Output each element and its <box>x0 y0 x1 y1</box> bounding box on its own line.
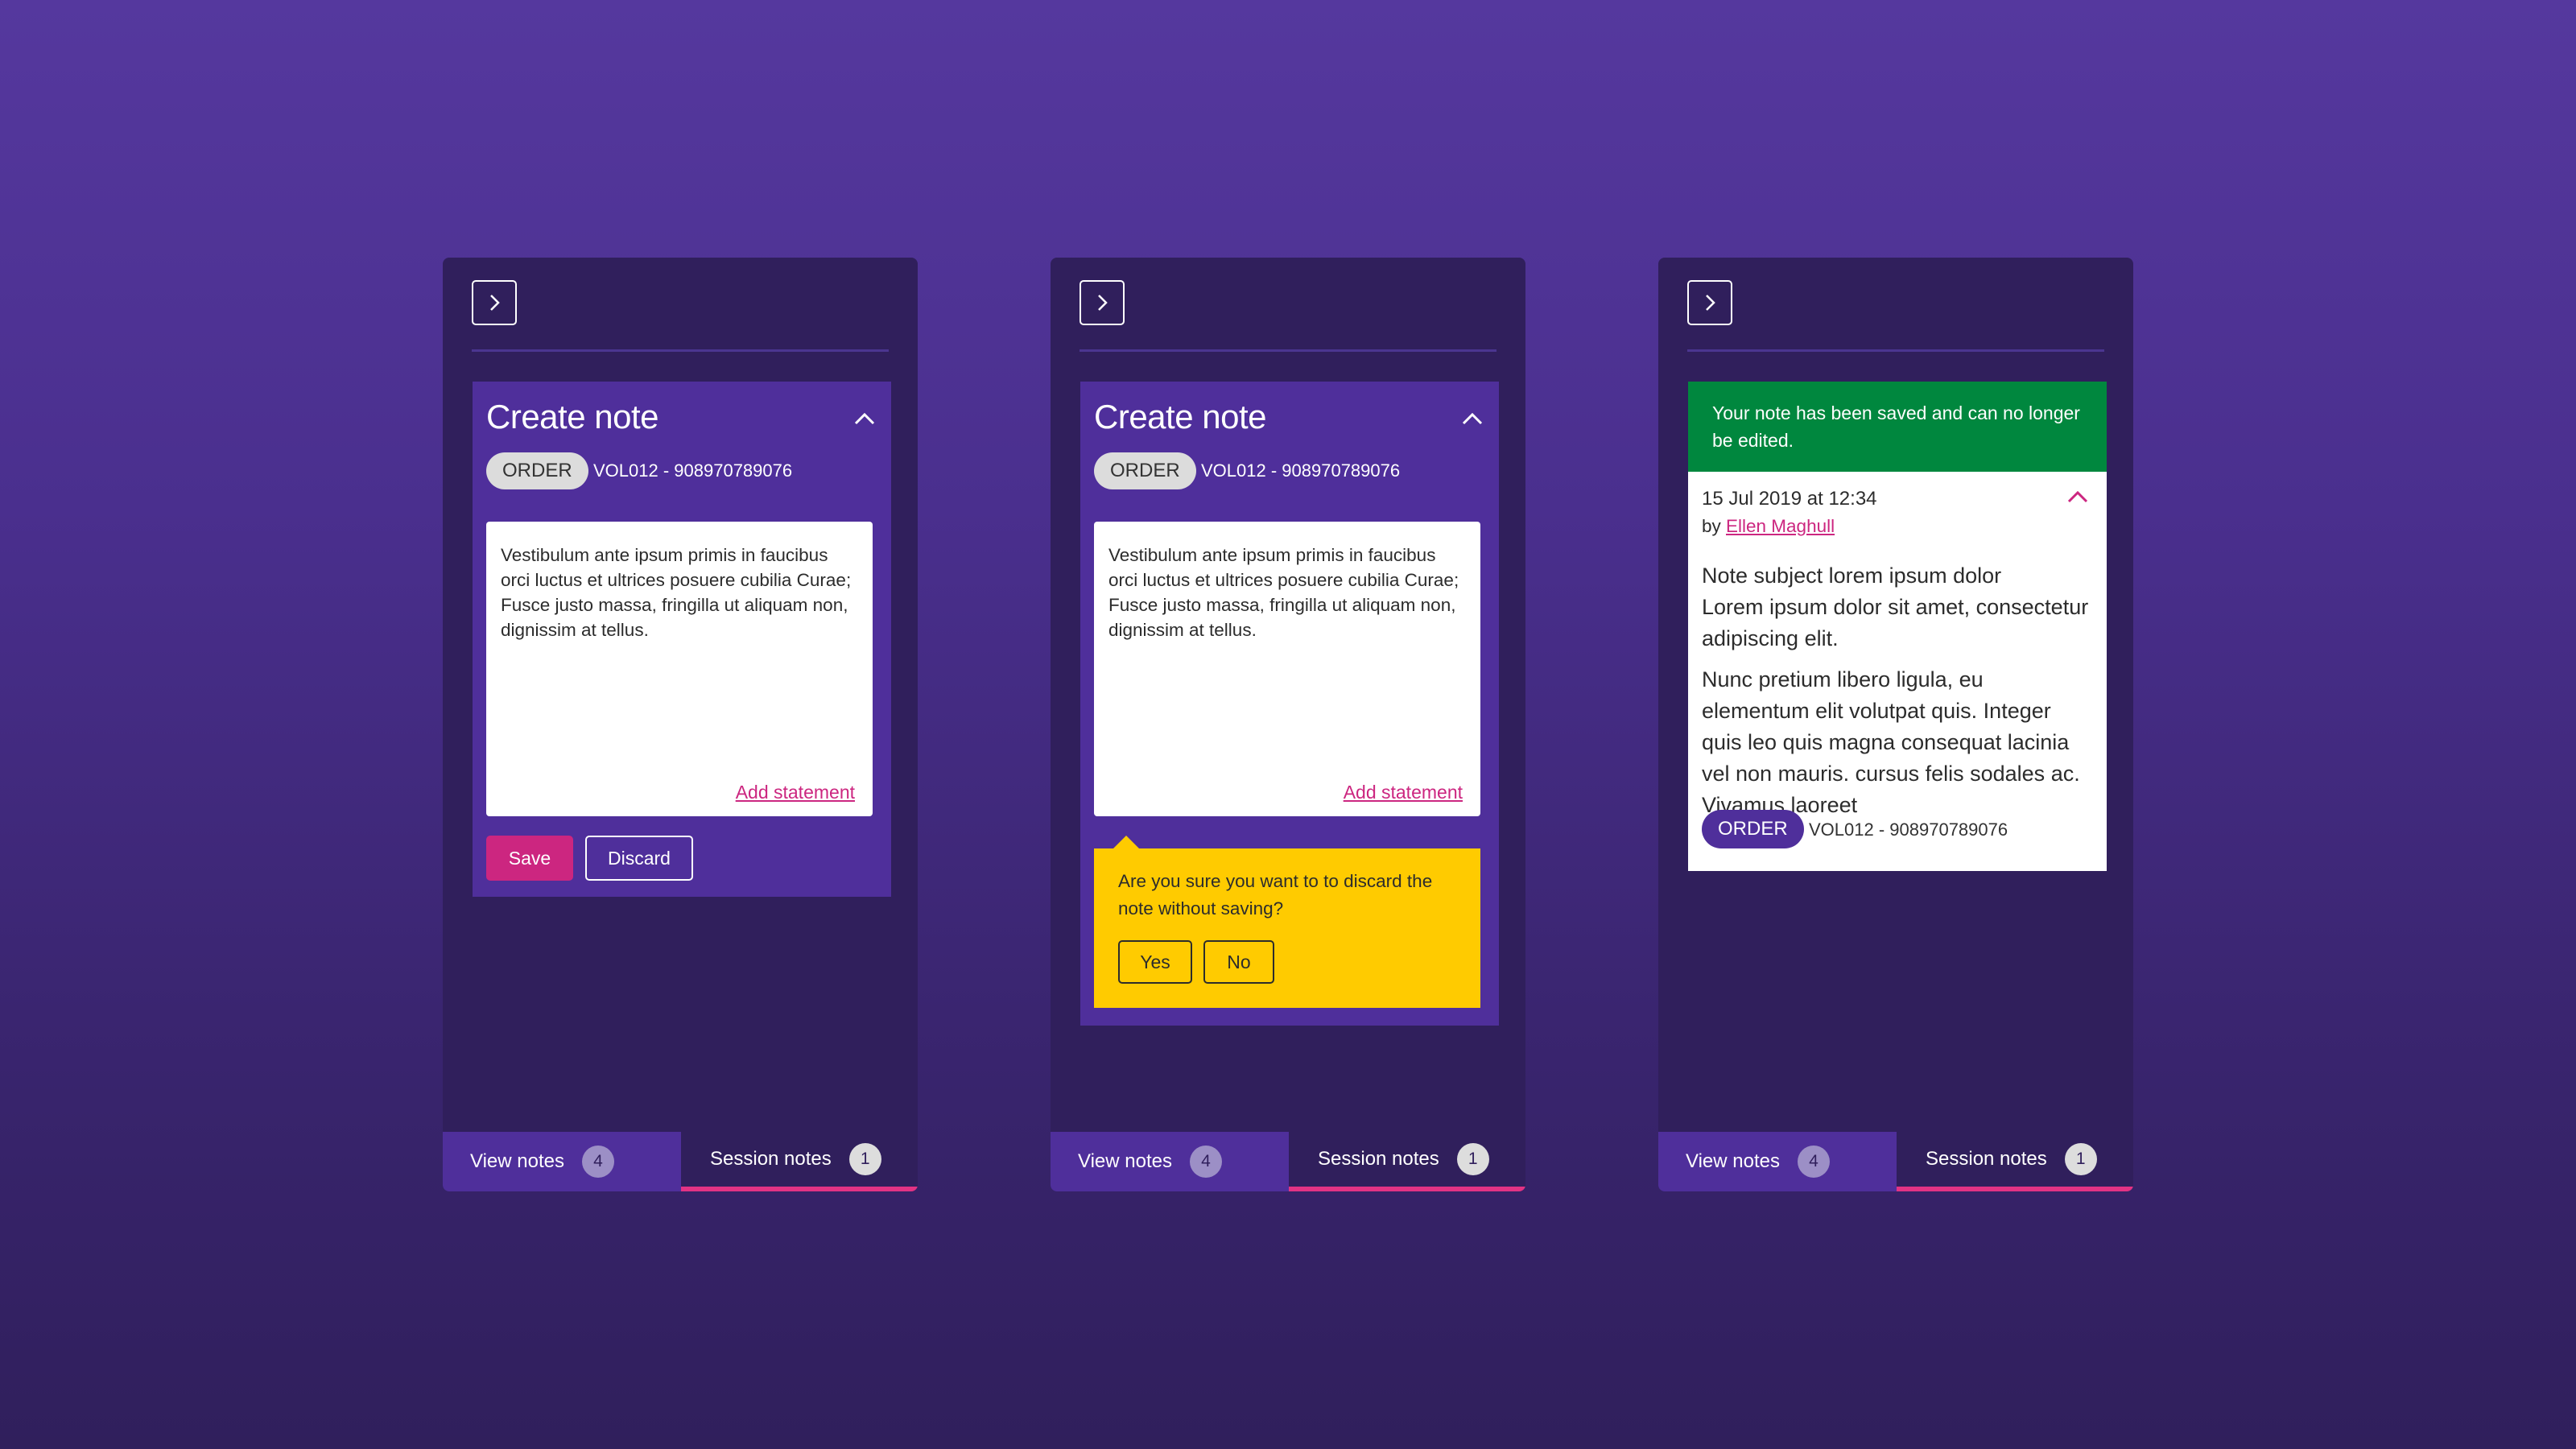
chevron-up-icon[interactable] <box>2066 489 2089 504</box>
tab-label: View notes <box>1078 1150 1172 1172</box>
chevron-right-icon <box>1098 295 1108 311</box>
note-text: Vestibulum ante ipsum primis in faucibus… <box>1108 545 1459 640</box>
count-badge: 4 <box>581 1146 614 1178</box>
note-text: Vestibulum ante ipsum primis in faucibus… <box>501 545 852 640</box>
expand-panel-button[interactable] <box>1687 280 1732 325</box>
discard-button[interactable]: Discard <box>585 836 693 881</box>
count-badge: 4 <box>1797 1146 1830 1178</box>
note-subject: Note subject lorem ipsum dolor <box>1702 564 2002 588</box>
bottom-tabs: View notes 4 Session notes 1 <box>1051 1132 1525 1191</box>
notes-panel-saved: Your note has been saved and can no long… <box>1658 258 2133 1191</box>
count-badge: 1 <box>2064 1143 2097 1175</box>
tab-label: Session notes <box>710 1148 832 1170</box>
header-divider <box>1080 349 1496 352</box>
tab-view-notes[interactable]: View notes 4 <box>1658 1132 1897 1191</box>
note-textarea[interactable]: Vestibulum ante ipsum primis in faucibus… <box>1094 522 1480 816</box>
create-note-card: Create note ORDER VOL012 - 908970789076 … <box>473 382 891 897</box>
tab-session-notes[interactable]: Session notes 1 <box>1897 1132 2133 1191</box>
note-date: 15 Jul 2019 at 12:34 <box>1702 488 1877 510</box>
yes-button[interactable]: Yes <box>1118 940 1192 984</box>
bottom-tabs: View notes 4 Session notes 1 <box>443 1132 918 1191</box>
tab-session-notes[interactable]: Session notes 1 <box>1289 1132 1525 1191</box>
note-paragraph: Nunc pretium libero ligula, eu elementum… <box>1702 667 2080 817</box>
author-link[interactable]: Ellen Maghull <box>1726 516 1835 536</box>
saved-note-card: 15 Jul 2019 at 12:34 by Ellen Maghull No… <box>1688 472 2107 871</box>
chevron-up-icon[interactable] <box>1460 411 1484 427</box>
tab-view-notes[interactable]: View notes 4 <box>1051 1132 1289 1191</box>
chevron-right-icon <box>490 295 500 311</box>
order-tag: ORDER <box>1702 810 1804 848</box>
tab-session-notes[interactable]: Session notes 1 <box>681 1132 918 1191</box>
order-tag: ORDER <box>486 452 588 489</box>
order-reference: VOL012 - 908970789076 <box>1201 460 1401 481</box>
count-badge: 4 <box>1189 1146 1222 1178</box>
order-reference: VOL012 - 908970789076 <box>593 460 793 481</box>
confirm-message: Are you sure you want to to discard the … <box>1118 871 1433 919</box>
tab-label: Session notes <box>1318 1148 1439 1170</box>
note-textarea[interactable]: Vestibulum ante ipsum primis in faucibus… <box>486 522 873 816</box>
count-badge: 1 <box>848 1143 881 1175</box>
by-prefix: by <box>1702 516 1727 536</box>
add-statement-link[interactable]: Add statement <box>736 780 855 805</box>
note-body: Note subject lorem ipsum dolor Lorem ips… <box>1702 560 2096 831</box>
note-author-line: by Ellen Maghull <box>1702 516 1835 537</box>
notes-panel-create: Create note ORDER VOL012 - 908970789076 … <box>443 258 918 1191</box>
chevron-up-icon[interactable] <box>852 411 877 427</box>
header-divider <box>472 349 889 352</box>
card-title: Create note <box>486 398 658 436</box>
save-button[interactable]: Save <box>486 836 573 881</box>
note-line: Lorem ipsum dolor sit amet, consectetur … <box>1702 595 2089 650</box>
header-divider <box>1687 349 2104 352</box>
card-title: Create note <box>1094 398 1266 436</box>
tab-view-notes[interactable]: View notes 4 <box>443 1132 681 1191</box>
callout-arrow <box>1113 836 1139 848</box>
count-badge: 1 <box>1456 1143 1489 1175</box>
tab-label: View notes <box>470 1150 564 1172</box>
notes-panel-confirm: Create note ORDER VOL012 - 908970789076 … <box>1051 258 1525 1191</box>
expand-panel-button[interactable] <box>1080 280 1125 325</box>
add-statement-link[interactable]: Add statement <box>1344 780 1463 805</box>
success-banner: Your note has been saved and can no long… <box>1688 382 2107 472</box>
chevron-right-icon <box>1706 295 1715 311</box>
expand-panel-button[interactable] <box>472 280 517 325</box>
order-tag: ORDER <box>1094 452 1196 489</box>
discard-confirmation: Are you sure you want to to discard the … <box>1094 836 1480 1008</box>
bottom-tabs: View notes 4 Session notes 1 <box>1658 1132 2133 1191</box>
tab-label: View notes <box>1686 1150 1780 1172</box>
no-button[interactable]: No <box>1203 940 1274 984</box>
tab-label: Session notes <box>1926 1148 2047 1170</box>
create-note-card: Create note ORDER VOL012 - 908970789076 … <box>1080 382 1499 1026</box>
order-reference: VOL012 - 908970789076 <box>1809 819 2008 840</box>
